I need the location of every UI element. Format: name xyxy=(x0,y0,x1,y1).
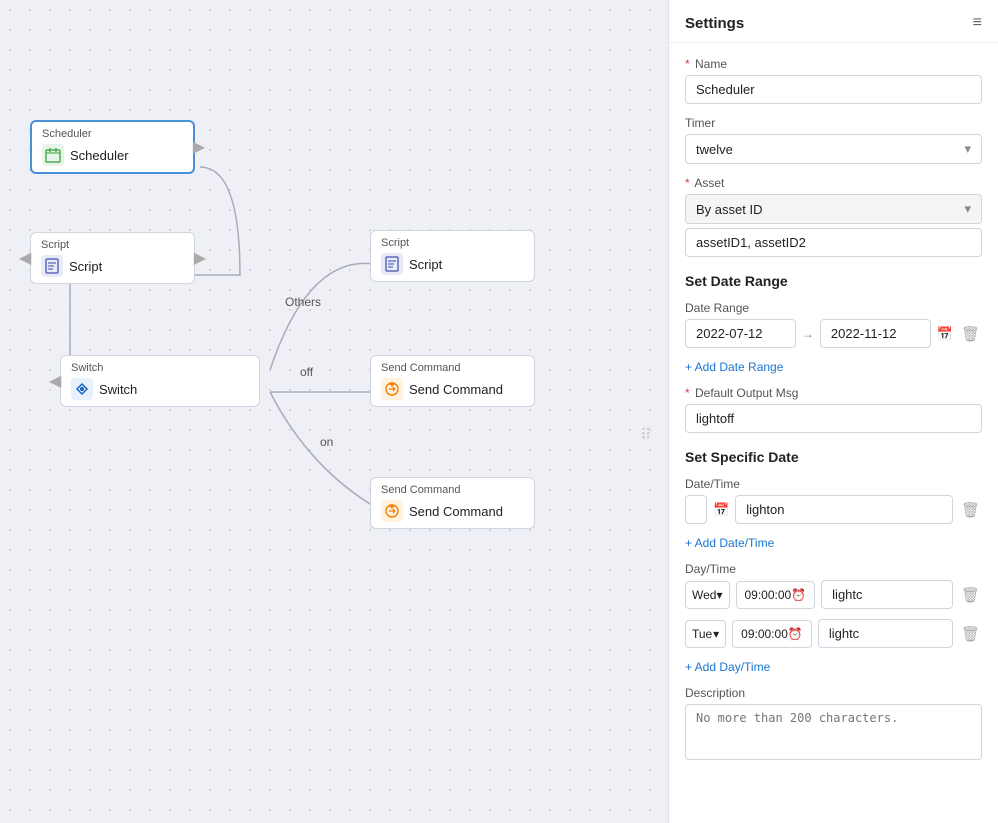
scheduler-node[interactable]: Scheduler Scheduler ▶ xyxy=(30,120,195,174)
date-range-row: → 📅 🗑 xyxy=(685,319,982,348)
description-textarea[interactable] xyxy=(685,704,982,760)
date-range-field-group: Date Range → 📅 🗑 xyxy=(685,301,982,348)
scheduler-node-title: Scheduler xyxy=(42,128,183,140)
scheduler-icon xyxy=(42,144,64,166)
script1-arrow: ▶ xyxy=(194,248,206,268)
edge-label-off: off xyxy=(300,365,313,379)
edge-label-on: on xyxy=(320,435,333,449)
set-specific-date-heading: Set Specific Date xyxy=(685,449,982,465)
time-wed-input[interactable]: 09:00:00 ⏰ xyxy=(736,581,816,609)
canvas[interactable]: Scheduler Scheduler ▶ Script Script ▶ ◀ … xyxy=(0,0,668,823)
settings-panel: Settings ≡ * * Name Name Timer twelve ▾ … xyxy=(668,0,998,823)
default-output-label: * Default Output Msg xyxy=(685,386,982,400)
calendar-icon[interactable]: 📅 xyxy=(937,326,953,342)
time-tue-value: 09:00:00 xyxy=(741,627,788,641)
date-to-input[interactable] xyxy=(820,319,931,348)
daytime-tue-delete-button[interactable]: 🗑 xyxy=(959,623,982,645)
day-select-wed[interactable]: Wed ▾ xyxy=(685,581,730,609)
asset-ids-input[interactable] xyxy=(685,228,982,257)
send-command-2-node[interactable]: Send Command Send Command xyxy=(370,477,535,529)
switch-node[interactable]: Switch Switch ◀ xyxy=(60,355,260,407)
switch-icon xyxy=(71,378,93,400)
date-range-delete-button[interactable]: 🗑 xyxy=(959,323,982,345)
daytime-row-wed: Wed ▾ 09:00:00 ⏰ 🗑 xyxy=(685,580,982,609)
description-field-group: Description xyxy=(685,686,982,760)
asset-select-value: By asset ID xyxy=(696,202,762,217)
description-label: Description xyxy=(685,686,982,700)
send-command-2-title: Send Command xyxy=(381,484,524,496)
set-date-range-heading: Set Date Range xyxy=(685,273,982,289)
asset-field-group: * Asset By asset ID ▾ xyxy=(685,176,982,257)
name-input[interactable] xyxy=(685,75,982,104)
date-separator: → xyxy=(802,327,814,341)
datetime-msg-input[interactable] xyxy=(735,495,953,524)
script2-node[interactable]: Script Script xyxy=(370,230,535,282)
send-command-1-node[interactable]: Send Command Send Command xyxy=(370,355,535,407)
timer-chevron-icon: ▾ xyxy=(964,141,971,157)
day-wed-value: Wed xyxy=(692,588,716,602)
script1-node-label: Script xyxy=(69,259,102,274)
timer-select[interactable]: twelve ▾ xyxy=(685,134,982,164)
default-output-field-group: * Default Output Msg xyxy=(685,386,982,433)
datetime-cal-icon[interactable]: 📅 xyxy=(713,502,729,518)
timer-value: twelve xyxy=(696,142,733,157)
switch-arrow-left: ◀ xyxy=(49,371,61,391)
timer-label: Timer xyxy=(685,116,982,130)
scheduler-arrow: ▶ xyxy=(193,137,205,157)
switch-node-title: Switch xyxy=(71,362,249,374)
settings-content: * * Name Name Timer twelve ▾ * Asset By … xyxy=(669,43,998,774)
date-from-input[interactable] xyxy=(685,319,796,348)
time-tue-input[interactable]: 09:00:00 ⏰ xyxy=(732,620,812,648)
script1-node-title: Script xyxy=(41,239,184,251)
add-daytime-button[interactable]: + Add Day/Time xyxy=(685,660,770,674)
day-wed-chevron: ▾ xyxy=(716,588,722,602)
default-output-input[interactable] xyxy=(685,404,982,433)
switch-node-label: Switch xyxy=(99,382,137,397)
datetime-input[interactable] xyxy=(685,495,707,524)
script1-arrow-left: ◀ xyxy=(19,248,31,268)
asset-label: * Asset xyxy=(685,176,982,190)
name-label: * * Name Name xyxy=(685,57,982,71)
edge-label-others: Others xyxy=(285,295,321,309)
datetime-row: 📅 🗑 xyxy=(685,495,982,524)
msg-wed-input[interactable] xyxy=(821,580,953,609)
msg-tue-input[interactable] xyxy=(818,619,953,648)
send-command-2-label: Send Command xyxy=(409,504,503,519)
name-field-group: * * Name Name xyxy=(685,57,982,104)
drag-handle: ⠿ xyxy=(640,425,652,445)
add-datetime-button[interactable]: + Add Date/Time xyxy=(685,536,774,550)
add-date-range-button[interactable]: + Add Date Range xyxy=(685,360,783,374)
date-range-label: Date Range xyxy=(685,301,982,315)
script1-icon xyxy=(41,255,63,277)
asset-chevron-icon: ▾ xyxy=(964,201,971,217)
time-tue-clock-icon: ⏰ xyxy=(788,627,803,641)
time-wed-value: 09:00:00 xyxy=(745,588,792,602)
day-tue-value: Tue xyxy=(692,627,712,641)
daytime-field-group: Day/Time Wed ▾ 09:00:00 ⏰ 🗑 Tue ▾ xyxy=(685,562,982,648)
send-command-1-icon xyxy=(381,378,403,400)
day-tue-chevron: ▾ xyxy=(713,627,719,641)
asset-select[interactable]: By asset ID ▾ xyxy=(685,194,982,224)
daytime-wed-delete-button[interactable]: 🗑 xyxy=(959,584,982,606)
daytime-label: Day/Time xyxy=(685,562,982,576)
datetime-field-group: Date/Time 📅 🗑 xyxy=(685,477,982,524)
day-select-tue[interactable]: Tue ▾ xyxy=(685,620,726,648)
daytime-row-tue: Tue ▾ 09:00:00 ⏰ 🗑 xyxy=(685,619,982,648)
script2-node-title: Script xyxy=(381,237,524,249)
script2-icon xyxy=(381,253,403,275)
script2-node-label: Script xyxy=(409,257,442,272)
datetime-label: Date/Time xyxy=(685,477,982,491)
datetime-delete-button[interactable]: 🗑 xyxy=(959,499,982,521)
script1-node[interactable]: Script Script ▶ ◀ xyxy=(30,232,195,284)
time-wed-clock-icon: ⏰ xyxy=(791,588,806,602)
settings-header: Settings ≡ xyxy=(669,0,998,43)
send-command-1-label: Send Command xyxy=(409,382,503,397)
timer-field-group: Timer twelve ▾ xyxy=(685,116,982,164)
settings-title: Settings xyxy=(685,15,744,32)
menu-icon[interactable]: ≡ xyxy=(973,14,982,32)
scheduler-node-label: Scheduler xyxy=(70,148,129,163)
send-command-1-title: Send Command xyxy=(381,362,524,374)
send-command-2-icon xyxy=(381,500,403,522)
